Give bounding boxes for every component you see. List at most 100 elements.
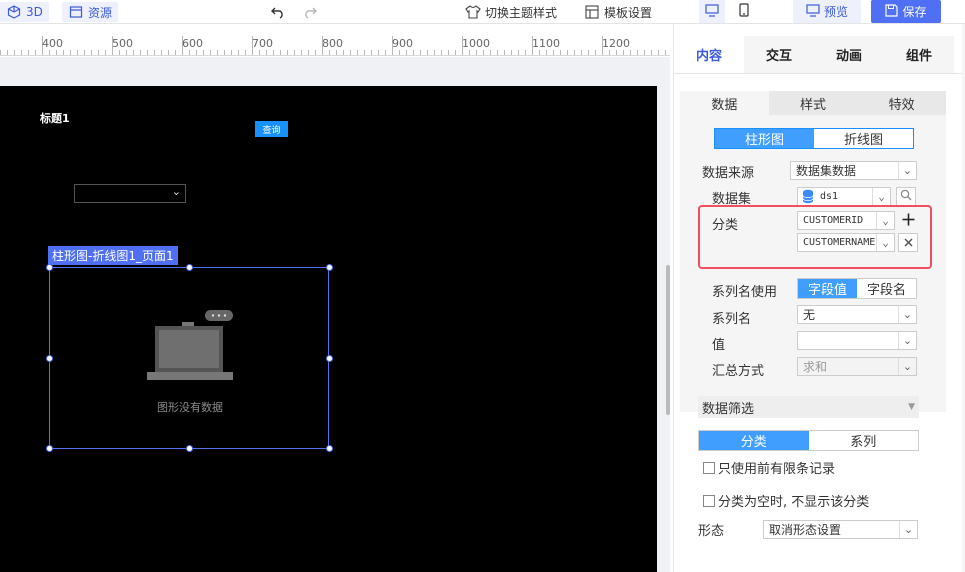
hide-empty-category-checkbox[interactable]: 分类为空时, 不显示该分类 <box>703 491 869 510</box>
search-icon <box>900 189 912 204</box>
dataset-select[interactable]: ds1 ⌄ <box>797 187 891 206</box>
data-source-label: 数据来源 <box>702 166 755 181</box>
data-source-value: 数据集数据 <box>796 164 857 178</box>
chart-component[interactable]: 图形没有数据 <box>46 264 333 452</box>
subtab-effects[interactable]: 特效 <box>857 91 947 115</box>
subtab-data[interactable]: 数据 <box>680 91 769 115</box>
dataset-search-button[interactable] <box>896 187 916 206</box>
tab-components[interactable]: 组件 <box>884 36 954 73</box>
series-name-use-field-name[interactable]: 字段名 <box>857 279 916 298</box>
query-button[interactable]: 查询 <box>255 121 288 137</box>
data-source-select[interactable]: 数据集数据 ⌄ <box>790 161 917 180</box>
preview-label: 预览 <box>823 5 848 19</box>
resize-handle-w[interactable] <box>46 355 53 362</box>
series-name-use-field-value[interactable]: 字段值 <box>798 279 857 298</box>
resize-handle-s[interactable] <box>186 445 193 452</box>
ruler-label: 600 <box>182 37 203 50</box>
category-field-1[interactable]: CUSTOMERID ⌄ <box>797 211 895 230</box>
template-settings-button[interactable]: 模板设置 <box>584 2 652 22</box>
template-icon <box>584 4 600 20</box>
summary-label: 汇总方式 <box>712 364 765 379</box>
form-label: 形态 <box>698 524 725 539</box>
form-value: 取消形态设置 <box>769 523 842 537</box>
ruler-label: 500 <box>112 37 133 50</box>
horizontal-ruler: 400 500 600 700 800 900 1000 1100 1200 <box>0 36 670 56</box>
filter-tab-series[interactable]: 系列 <box>808 431 918 450</box>
chevron-down-icon: ⌄ <box>898 162 916 179</box>
chart-component-tag[interactable]: 柱形图-折线图1_页面1 <box>48 246 178 265</box>
ruler-label: 700 <box>252 37 273 50</box>
chevron-down-icon: ⌄ <box>899 521 917 538</box>
undo-button[interactable] <box>270 2 286 22</box>
preview-button[interactable]: 预览 <box>793 0 861 23</box>
value-select[interactable]: ⌄ <box>797 331 917 350</box>
series-name-use-label: 系列名使用 <box>712 285 778 300</box>
resize-handle-nw[interactable] <box>46 264 53 271</box>
remove-category-button[interactable] <box>898 233 918 252</box>
category-field-2[interactable]: CUSTOMERNAME ⌄ <box>797 233 895 252</box>
data-filter-section[interactable]: 数据筛选 ▼ <box>698 396 919 418</box>
series-name-use-toggle: 字段值 字段名 <box>797 278 917 299</box>
resize-handle-se[interactable] <box>326 445 333 452</box>
plus-icon <box>902 213 915 229</box>
switch-theme-label: 切换主题样式 <box>485 5 558 20</box>
chart-type-line[interactable]: 折线图 <box>814 129 913 148</box>
value-label: 值 <box>712 338 726 353</box>
subtab-style[interactable]: 样式 <box>768 91 858 115</box>
resize-handle-e[interactable] <box>326 355 333 362</box>
series-name-label: 系列名 <box>712 312 752 327</box>
checkbox-box <box>703 494 715 507</box>
database-icon <box>802 189 814 205</box>
no-data-laptop-icon <box>147 310 233 380</box>
tab-content[interactable]: 内容 <box>674 36 744 73</box>
design-canvas[interactable]: 标题1 查询 ⌄ 柱形图-折线图1_页面1 图形没有数据 <box>0 86 657 572</box>
filter-tab-category[interactable]: 分类 <box>699 431 809 450</box>
category-field-1-value: CUSTOMERID <box>803 215 864 226</box>
3d-label: 3D <box>26 5 43 19</box>
tab-animation[interactable]: 动画 <box>814 36 884 73</box>
resources-icon <box>68 4 84 20</box>
series-name-select[interactable]: 无 ⌄ <box>797 305 917 324</box>
summary-value: 求和 <box>803 360 828 374</box>
summary-select[interactable]: 求和 ⌄ <box>797 357 917 376</box>
chevron-down-icon: ⌄ <box>872 188 890 205</box>
data-filter-label: 数据筛选 <box>702 401 755 417</box>
hide-empty-category-label: 分类为空时, 不显示该分类 <box>718 495 870 510</box>
top-toolbar: 3D 资源 切换主题样式 模板设置 预览 保存 <box>0 0 965 24</box>
add-category-button[interactable] <box>898 211 918 230</box>
resize-handle-ne[interactable] <box>326 264 333 271</box>
chevron-down-icon: ⌄ <box>898 306 916 323</box>
shirt-icon <box>465 4 481 20</box>
switch-theme-button[interactable]: 切换主题样式 <box>465 2 557 22</box>
3d-button[interactable]: 3D <box>0 2 49 22</box>
preview-icon <box>806 3 820 20</box>
main-tabs: 内容 交互 动画 组件 <box>674 36 965 74</box>
canvas-dropdown[interactable]: ⌄ <box>74 184 186 203</box>
chevron-down-icon: ⌄ <box>171 185 181 198</box>
redo-button[interactable] <box>302 2 318 22</box>
save-label: 保存 <box>902 5 927 19</box>
mobile-view-toggle[interactable] <box>731 0 757 23</box>
canvas-scrollbar[interactable] <box>666 265 670 415</box>
properties-panel: 内容 交互 动画 组件 数据 样式 特效 柱形图 折线图 数据来源 数据集数据 … <box>673 24 965 572</box>
chart-type-bar[interactable]: 柱形图 <box>715 129 814 148</box>
ruler-label: 800 <box>322 37 343 50</box>
chevron-down-icon: ⌄ <box>898 332 916 349</box>
template-settings-label: 模板设置 <box>604 5 653 20</box>
chevron-down-icon: ⌄ <box>876 234 894 251</box>
desktop-view-toggle[interactable] <box>699 0 725 23</box>
category-field-2-value: CUSTOMERNAME <box>803 237 876 248</box>
ruler-label: 1200 <box>602 37 630 50</box>
sub-tabs: 数据 样式 特效 <box>680 91 947 115</box>
dataset-value: ds1 <box>820 191 839 202</box>
tab-interaction[interactable]: 交互 <box>744 36 814 73</box>
ruler-label: 1100 <box>532 37 560 50</box>
form-select[interactable]: 取消形态设置 ⌄ <box>763 520 918 539</box>
canvas-title[interactable]: 标题1 <box>40 110 70 126</box>
only-first-records-checkbox[interactable]: 只使用前有限条记录 <box>703 458 835 477</box>
series-name-value: 无 <box>803 308 816 322</box>
save-button[interactable]: 保存 <box>871 0 941 23</box>
resize-handle-sw[interactable] <box>46 445 53 452</box>
resize-handle-n[interactable] <box>186 264 193 271</box>
resources-button[interactable]: 资源 <box>62 2 119 22</box>
